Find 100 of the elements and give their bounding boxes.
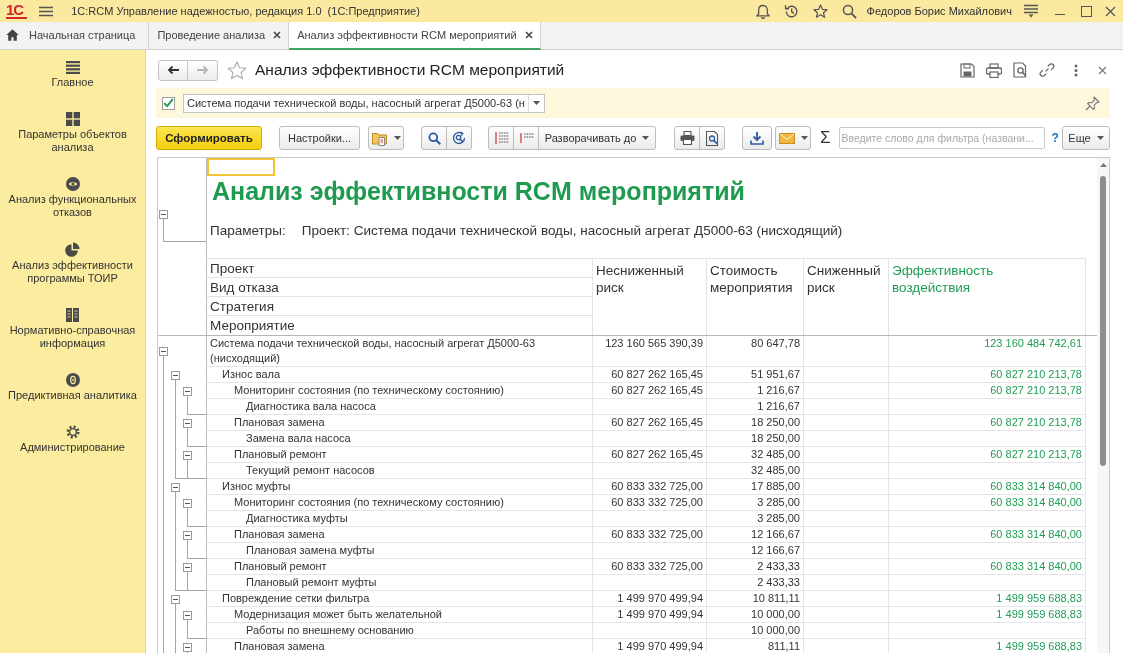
sidebar-item[interactable]: Анализ функциональных отказов [3, 177, 142, 219]
table-cell: 60 833 314 840,00 [889, 527, 1086, 543]
search-icon[interactable] [427, 131, 441, 145]
close-icon[interactable] [1098, 65, 1107, 75]
download-icon[interactable] [750, 131, 764, 145]
sidebar-item[interactable]: Предиктивная аналитика [3, 373, 142, 402]
column-header: Несниженный риск [596, 262, 684, 296]
more-icon[interactable] [1074, 63, 1078, 77]
sidebar-item[interactable]: Параметры объектов анализа [3, 112, 142, 154]
search-icon[interactable] [841, 3, 857, 19]
help-button[interactable]: ? [1049, 131, 1061, 145]
envelope-icon[interactable] [778, 132, 795, 144]
scrollbar[interactable] [1097, 158, 1109, 653]
checkbox[interactable] [162, 96, 175, 110]
column-header: Стратегия [207, 297, 592, 316]
table-cell: 1 216,67 [707, 399, 804, 415]
table-cell: Плановая замена [207, 527, 593, 543]
sidebar-item[interactable]: Главное [3, 61, 142, 89]
report-variant-button[interactable] [368, 126, 404, 150]
preview-icon[interactable] [1013, 62, 1028, 78]
star-icon[interactable] [812, 3, 828, 19]
save-icon[interactable] [960, 62, 975, 78]
column-header: Проект [207, 259, 592, 278]
table-cell: 1 499 970 499,94 [593, 607, 707, 623]
collapse-icon[interactable] [171, 482, 180, 492]
folder-icon[interactable] [371, 130, 388, 146]
close-icon[interactable] [524, 31, 533, 39]
close-icon[interactable] [273, 31, 282, 39]
search-button[interactable] [421, 126, 447, 150]
pin-icon[interactable] [1085, 95, 1100, 111]
back-arrow-icon[interactable] [166, 65, 180, 75]
collapse-icon[interactable] [183, 642, 192, 652]
circular-search-icon[interactable] [452, 131, 466, 145]
table-cell: Плановая замена муфты [207, 543, 593, 559]
list-lines-icon[interactable] [518, 131, 534, 145]
caret-icon[interactable] [800, 136, 808, 140]
collapse-icon[interactable] [183, 418, 192, 428]
scroll-up-icon[interactable] [1099, 163, 1107, 167]
table-cell: 18 250,00 [707, 415, 804, 431]
expand-to-dropdown[interactable]: Разворачивать до [538, 126, 656, 150]
scrollbar-thumb[interactable] [1100, 176, 1106, 466]
user-name[interactable]: Федоров Борис Михайлович [866, 5, 1012, 17]
preview-icon[interactable] [705, 130, 719, 146]
sidebar-item[interactable]: Нормативно-справочная информация [3, 308, 142, 350]
caret-icon[interactable] [1096, 136, 1104, 140]
collapse-icon[interactable] [183, 562, 192, 572]
lines-button[interactable] [488, 126, 514, 150]
cell-cursor [207, 158, 275, 176]
filter-search-field[interactable]: Введите слово для фильтра (названи... [838, 127, 1045, 149]
table-cell: 60 827 210 213,78 [889, 447, 1086, 463]
table-cell: 18 250,00 [707, 431, 804, 447]
link-icon[interactable] [1039, 62, 1055, 78]
table-cell: 2 433,33 [707, 575, 804, 591]
collapse-icon[interactable] [183, 610, 192, 620]
caret-icon[interactable] [642, 136, 650, 140]
sidebar-item[interactable]: Администрирование [3, 425, 142, 454]
collapse-icon[interactable] [183, 498, 192, 508]
download-button[interactable] [742, 126, 772, 150]
home-icon[interactable] [6, 29, 19, 41]
preview-button[interactable] [699, 126, 725, 150]
table-cell: 3 285,00 [707, 511, 804, 527]
sidebar-item[interactable]: Анализ эффективности программы ТОИР [3, 242, 142, 285]
collapse-icon[interactable] [183, 386, 192, 396]
print-icon[interactable] [986, 62, 1002, 78]
settings-button[interactable]: Настройки... [279, 126, 360, 150]
column-header: Мероприятие [209, 317, 296, 335]
collapse-icon[interactable] [159, 210, 168, 219]
history-icon[interactable] [783, 3, 799, 19]
maximize-icon[interactable] [1081, 5, 1092, 17]
close-icon[interactable] [1105, 5, 1116, 17]
bell-icon[interactable] [755, 3, 770, 19]
collapse-icon[interactable] [171, 594, 180, 604]
table-cell: Модернизация может быть желательной [207, 607, 593, 623]
collapse-icon[interactable] [159, 347, 168, 356]
print-button[interactable] [674, 126, 700, 150]
lines-menu-icon[interactable] [1023, 4, 1039, 18]
sum-button[interactable]: Σ [819, 128, 832, 148]
back-button[interactable] [158, 59, 188, 81]
project-dropdown[interactable]: Система подачи технической воды, насосный агрегат Д5000-63 (н [183, 93, 545, 113]
collapse-icon[interactable] [171, 370, 180, 380]
table-cell: 811,11 [707, 639, 804, 653]
table-cell: Мониторинг состояния (по техническому состоянию) [207, 383, 593, 399]
caret-icon[interactable] [532, 101, 540, 105]
print-icon[interactable] [679, 131, 695, 145]
parameters-label: Параметры: [210, 222, 286, 240]
collapse-icon[interactable] [183, 530, 192, 540]
caret-icon[interactable] [393, 136, 401, 140]
star-icon[interactable] [227, 60, 247, 80]
menu-icon[interactable] [39, 5, 54, 17]
list-icon [65, 61, 80, 74]
table-cell: 80 647,78 [707, 336, 804, 367]
eye-icon [65, 177, 80, 191]
more-dropdown[interactable]: Еще [1062, 126, 1110, 150]
collapse-icon[interactable] [183, 450, 192, 460]
generate-button[interactable]: Сформировать [156, 126, 262, 150]
tab[interactable]: Анализ эффективности RCM мероприятий [289, 22, 541, 50]
table-cell: 1 499 970 499,94 [593, 591, 707, 607]
circular-search-button[interactable] [446, 126, 472, 150]
list-button[interactable] [513, 126, 539, 150]
lines-icon[interactable] [493, 131, 509, 145]
